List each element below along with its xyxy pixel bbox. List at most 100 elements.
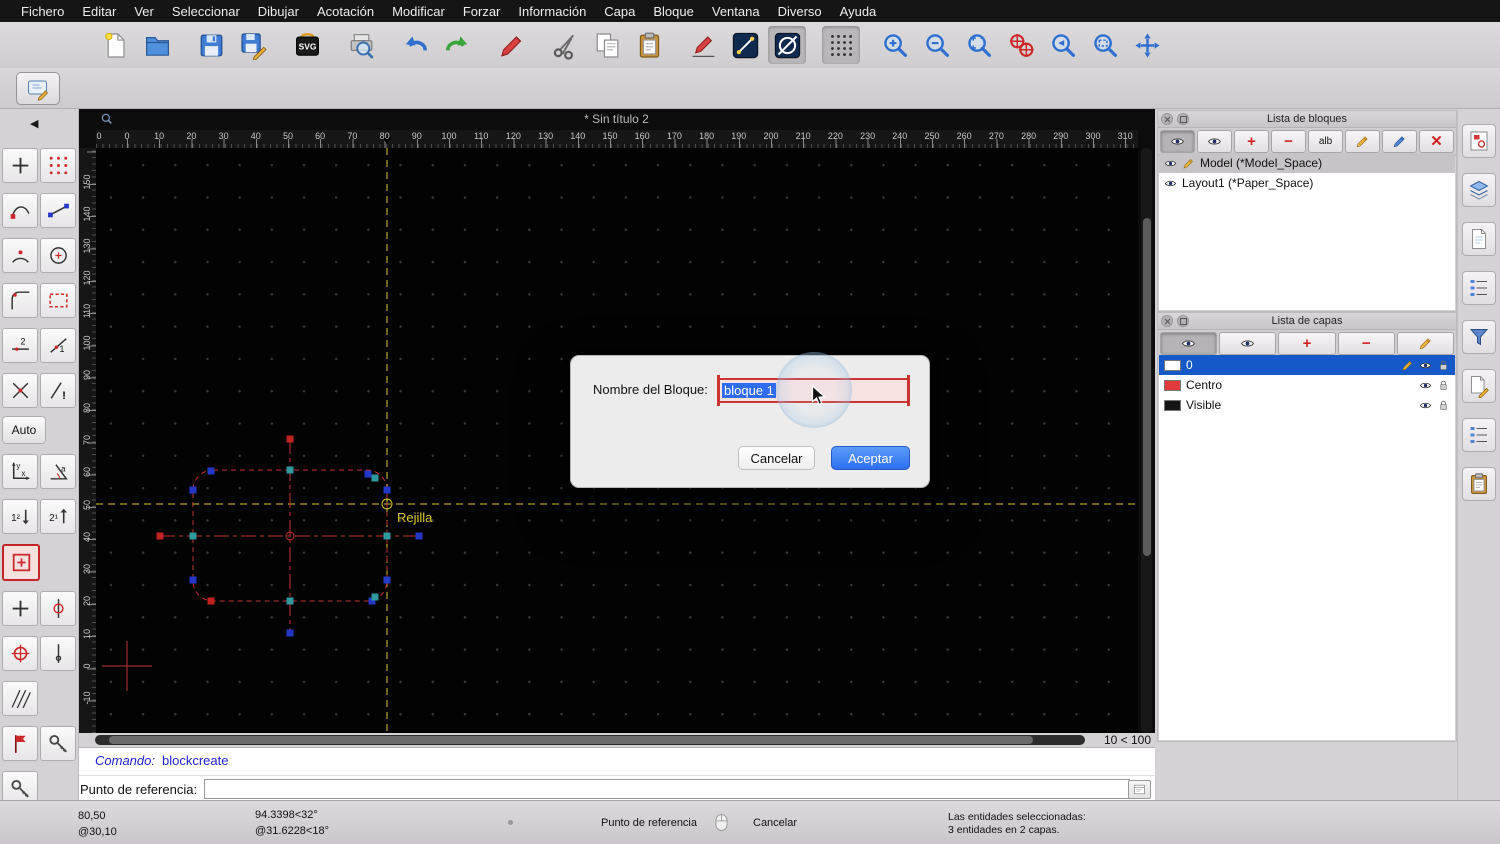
open-file-button[interactable] xyxy=(138,26,176,64)
draft-mode-button[interactable] xyxy=(768,26,806,64)
layer-item-0[interactable]: 0 xyxy=(1159,355,1455,375)
new-file-button[interactable] xyxy=(96,26,134,64)
current-tool-button[interactable] xyxy=(16,72,60,105)
lock-relative-zero-button[interactable] xyxy=(2,544,40,581)
horizontal-scrollbar-thumb[interactable] xyxy=(109,736,1033,744)
svg-export-button[interactable] xyxy=(288,26,326,64)
snap-grid-button[interactable] xyxy=(40,148,76,183)
cancel-button[interactable]: Cancelar xyxy=(738,446,815,470)
zoom-window-button[interactable] xyxy=(1086,26,1124,64)
panel-close-button[interactable] xyxy=(1161,315,1173,327)
line-attributes-button[interactable] xyxy=(726,26,764,64)
delete-block-button[interactable]: ✕ xyxy=(1419,130,1454,153)
rename-block-button[interactable]: alb xyxy=(1308,130,1343,153)
block-item[interactable]: Layout1 (*Paper_Space) xyxy=(1159,173,1455,193)
grid-toggle-button[interactable] xyxy=(822,26,860,64)
edit-block-button[interactable] xyxy=(1345,130,1380,153)
command-detach-button[interactable] xyxy=(1128,780,1151,799)
snap-on-entity-button[interactable] xyxy=(40,193,76,228)
snap-endpoint-button[interactable] xyxy=(2,193,38,228)
target-point-button[interactable] xyxy=(2,636,38,671)
command-input[interactable] xyxy=(204,779,1130,799)
dock-command-button[interactable] xyxy=(1462,418,1496,452)
horizontal-scrollbar[interactable] xyxy=(95,735,1085,745)
restrict-angle-button[interactable] xyxy=(40,454,76,489)
exclusive-snap-button[interactable] xyxy=(2,726,38,761)
save-as-button[interactable] xyxy=(234,26,272,64)
menu-dibujar[interactable]: Dibujar xyxy=(249,4,308,19)
add-layer-button[interactable]: + xyxy=(1278,332,1335,355)
zoom-in-button[interactable] xyxy=(876,26,914,64)
menu-ventana[interactable]: Ventana xyxy=(703,4,769,19)
save-block-button[interactable] xyxy=(1382,130,1417,153)
add-block-button[interactable]: + xyxy=(1234,130,1269,153)
zoom-previous-button[interactable] xyxy=(1044,26,1082,64)
menu-fichero[interactable]: Fichero xyxy=(12,4,73,19)
snap-center-button[interactable] xyxy=(2,238,38,273)
show-all-layers-button[interactable] xyxy=(1160,332,1217,355)
dock-block-list-button[interactable] xyxy=(1462,124,1496,158)
snap-free-button[interactable] xyxy=(2,148,38,183)
print-preview-button[interactable] xyxy=(342,26,380,64)
vertical-scrollbar[interactable] xyxy=(1141,148,1152,733)
accept-button[interactable]: Aceptar xyxy=(831,446,910,470)
snap-distance-button[interactable] xyxy=(2,328,38,363)
dock-clipboard-button[interactable] xyxy=(1462,467,1496,501)
save-button[interactable] xyxy=(192,26,230,64)
restrict-nothing-button[interactable] xyxy=(40,373,76,408)
attributes-button[interactable] xyxy=(684,26,722,64)
vertical-line-button[interactable] xyxy=(40,636,76,671)
lock-entities-button[interactable] xyxy=(40,726,76,761)
hide-all-blocks-button[interactable] xyxy=(1197,130,1232,153)
menu-ayuda[interactable]: Ayuda xyxy=(831,4,886,19)
menu-acotación[interactable]: Acotación xyxy=(308,4,383,19)
menu-ver[interactable]: Ver xyxy=(125,4,163,19)
zoom-auto-button[interactable] xyxy=(960,26,998,64)
dock-layer-list-button[interactable] xyxy=(1462,173,1496,207)
snap-middle-button[interactable] xyxy=(2,283,38,318)
menu-diverso[interactable]: Diverso xyxy=(769,4,831,19)
edit-layer-button[interactable] xyxy=(1397,332,1454,355)
set-relative-zero-button[interactable] xyxy=(2,591,38,626)
relative-zero-up-button[interactable] xyxy=(40,499,76,534)
block-item[interactable]: Model (*Model_Space) xyxy=(1159,153,1455,173)
copy-button[interactable] xyxy=(588,26,626,64)
zoom-pan-button[interactable] xyxy=(1128,26,1166,64)
cut-button[interactable] xyxy=(546,26,584,64)
dock-notes-button[interactable] xyxy=(1462,369,1496,403)
menu-bloque[interactable]: Bloque xyxy=(644,4,702,19)
vertical-scrollbar-thumb[interactable] xyxy=(1143,218,1151,556)
undo-button[interactable] xyxy=(396,26,434,64)
snap-circle-center-button[interactable] xyxy=(40,238,76,273)
snap-intersection-button[interactable] xyxy=(40,283,76,318)
show-all-blocks-button[interactable] xyxy=(1160,130,1195,153)
layer-item-Visible[interactable]: Visible xyxy=(1159,395,1455,415)
zoom-out-button[interactable] xyxy=(918,26,956,64)
menu-forzar[interactable]: Forzar xyxy=(454,4,510,19)
layer-item-Centro[interactable]: Centro xyxy=(1159,375,1455,395)
panel-float-button[interactable] xyxy=(1177,315,1189,327)
remove-block-button[interactable]: − xyxy=(1271,130,1306,153)
menu-información[interactable]: Información xyxy=(509,4,595,19)
snap-auto-button[interactable]: Auto xyxy=(2,416,46,444)
dock-layout-button[interactable] xyxy=(1462,222,1496,256)
snap-intersection-manual-button[interactable] xyxy=(2,373,38,408)
redo-button[interactable] xyxy=(438,26,476,64)
panel-close-button[interactable] xyxy=(1161,113,1173,125)
snap-division-button[interactable] xyxy=(40,328,76,363)
relative-zero-down-button[interactable] xyxy=(2,499,38,534)
panel-float-button[interactable] xyxy=(1177,113,1189,125)
paste-button[interactable] xyxy=(630,26,668,64)
hatch-button[interactable] xyxy=(2,681,38,716)
menu-editar[interactable]: Editar xyxy=(73,4,125,19)
menu-capa[interactable]: Capa xyxy=(595,4,644,19)
zoom-redraw-button[interactable] xyxy=(1002,26,1040,64)
palette-collapse-button[interactable]: ◀ xyxy=(0,108,78,138)
hide-all-layers-button[interactable] xyxy=(1219,332,1276,355)
dock-filter-button[interactable] xyxy=(1462,320,1496,354)
menu-modificar[interactable]: Modificar xyxy=(383,4,454,19)
snap-vertical-button[interactable] xyxy=(40,591,76,626)
delete-button[interactable] xyxy=(492,26,530,64)
remove-layer-button[interactable]: − xyxy=(1338,332,1395,355)
dock-entity-list-button[interactable] xyxy=(1462,271,1496,305)
